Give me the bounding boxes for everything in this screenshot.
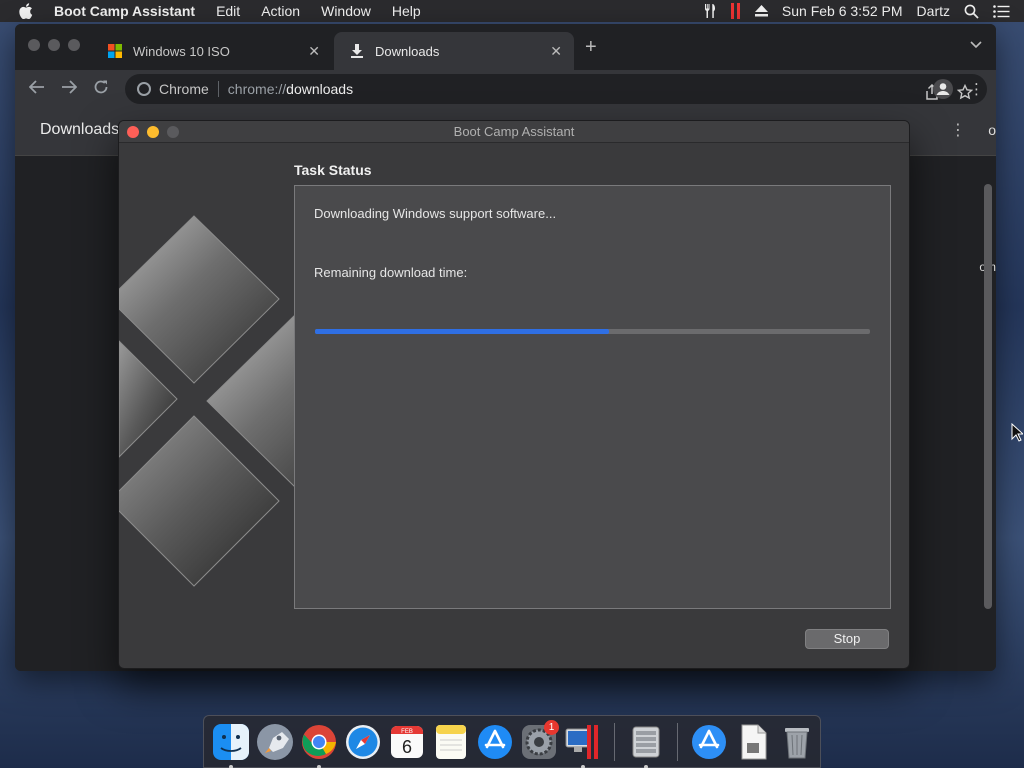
control-center-icon[interactable]	[993, 4, 1010, 18]
dock-item-boot-camp[interactable]	[624, 720, 668, 768]
dock-item-notes[interactable]	[429, 720, 473, 764]
task-status-panel: Downloading Windows support software... …	[294, 185, 891, 609]
site-label: Chrome	[159, 81, 209, 97]
menu-app-name[interactable]: Boot Camp Assistant	[54, 3, 195, 19]
page-title: Downloads	[40, 121, 120, 138]
running-indicator	[317, 764, 321, 768]
download-progress-bar	[315, 329, 870, 334]
boot-camp-window: Boot Camp Assistant Task Status Download…	[118, 120, 910, 669]
document-icon	[741, 724, 767, 759]
menu-extras: Sun Feb 6 3:52 PM Dartz	[703, 0, 1024, 22]
running-indicator	[229, 764, 233, 768]
back-arrow-icon[interactable]	[28, 79, 45, 100]
app-store-icon	[478, 724, 512, 759]
mouse-cursor-icon	[1011, 423, 1023, 442]
menu-action[interactable]: Action	[261, 3, 300, 19]
tab-close-icon[interactable]: ✕	[550, 43, 562, 60]
notification-badge: 1	[544, 719, 559, 735]
remaining-time-label: Remaining download time:	[314, 265, 468, 280]
minimize-window-button[interactable]	[48, 39, 60, 51]
reload-icon[interactable]	[93, 79, 109, 100]
launchpad-icon	[257, 723, 293, 760]
app-store-folder-icon	[692, 724, 726, 759]
dock-item-app-store-folder[interactable]	[687, 720, 731, 764]
notes-icon	[436, 724, 466, 759]
apple-menu-icon[interactable]	[19, 3, 37, 19]
dock: FEB 6 1	[203, 715, 821, 768]
url-host: downloads	[286, 81, 354, 97]
new-tab-button[interactable]: +	[585, 36, 597, 59]
menu-user[interactable]: Dartz	[917, 3, 950, 19]
calendar-icon: FEB 6	[391, 725, 423, 758]
dock-item-trash[interactable]	[775, 720, 819, 764]
eject-icon[interactable]	[754, 5, 768, 17]
chrome-toolbar: Chrome chrome://downloads ⋮	[15, 70, 996, 108]
profile-avatar-icon[interactable]	[932, 78, 954, 105]
boot-camp-window-controls	[127, 126, 179, 138]
dock-item-calendar[interactable]: FEB 6	[385, 720, 429, 764]
dock-separator	[677, 722, 678, 761]
url-scheme: chrome://	[227, 81, 287, 97]
boot-camp-icon	[632, 726, 660, 757]
fork-knife-icon[interactable]	[703, 3, 717, 19]
tab-strip: Windows 10 ISO ✕ Downloads ✕ +	[15, 24, 996, 70]
window-title: Boot Camp Assistant	[453, 124, 575, 139]
tab-windows-10-iso[interactable]: Windows 10 ISO ✕	[92, 32, 332, 70]
download-icon	[349, 43, 365, 59]
address-bar[interactable]: Chrome chrome://downloads	[125, 74, 987, 104]
parallels-icon	[565, 724, 598, 759]
running-indicator	[581, 764, 585, 768]
menu-bar: Boot Camp Assistant Edit Action Window H…	[0, 0, 1024, 22]
tab-label: Windows 10 ISO	[133, 43, 230, 59]
trash-icon	[785, 727, 809, 758]
omnibox-divider	[217, 81, 219, 97]
menu-window[interactable]: Window	[321, 3, 371, 19]
safari-icon	[346, 724, 380, 759]
chrome-icon	[302, 724, 336, 759]
finder-icon	[213, 723, 249, 760]
downloads-menu-icon[interactable]: ⋮	[950, 120, 966, 140]
microsoft-logo-icon	[107, 43, 123, 59]
zoom-window-button[interactable]	[68, 39, 80, 51]
tab-downloads[interactable]: Downloads ✕	[334, 32, 574, 70]
dock-item-chrome[interactable]	[297, 720, 341, 768]
tab-label: Downloads	[375, 43, 440, 59]
downloads-scrollbar[interactable]	[984, 184, 992, 609]
tab-close-icon[interactable]: ✕	[308, 43, 320, 60]
forward-arrow-icon[interactable]	[61, 79, 78, 100]
download-progress-fill	[315, 329, 610, 334]
dock-item-parallels[interactable]	[561, 720, 605, 768]
dock-item-document[interactable]	[731, 720, 775, 764]
boot-camp-titlebar: Boot Camp Assistant	[119, 121, 909, 143]
parallels-menu-icon[interactable]	[730, 3, 741, 19]
chrome-site-icon	[137, 82, 151, 96]
dock-item-app-store[interactable]	[473, 720, 517, 764]
dock-item-finder[interactable]	[209, 720, 253, 768]
close-window-button[interactable]	[127, 126, 139, 138]
status-message: Downloading Windows support software...	[314, 206, 557, 221]
calendar-day: 6	[402, 737, 412, 757]
menu-clock[interactable]: Sun Feb 6 3:52 PM	[782, 3, 903, 19]
stop-button[interactable]: Stop	[805, 629, 889, 649]
close-window-button[interactable]	[28, 39, 40, 51]
calendar-month: FEB	[401, 729, 413, 735]
spotlight-search-icon[interactable]	[964, 4, 979, 19]
chrome-window-controls	[28, 39, 80, 51]
task-status-heading: Task Status	[294, 162, 372, 178]
menu-help[interactable]: Help	[392, 3, 421, 19]
dock-item-system-preferences[interactable]: 1	[517, 719, 561, 764]
minimize-window-button[interactable]	[147, 126, 159, 138]
running-indicator	[644, 764, 648, 768]
chrome-menu-icon[interactable]: ⋮	[969, 80, 984, 98]
menu-edit[interactable]: Edit	[216, 3, 240, 19]
downloads-edge-text: o	[988, 122, 996, 138]
zoom-window-button	[167, 126, 179, 138]
dock-separator	[614, 722, 615, 761]
tab-search-chevron-icon[interactable]	[970, 38, 982, 52]
dock-item-safari[interactable]	[341, 720, 385, 764]
dock-item-launchpad[interactable]	[253, 720, 297, 764]
